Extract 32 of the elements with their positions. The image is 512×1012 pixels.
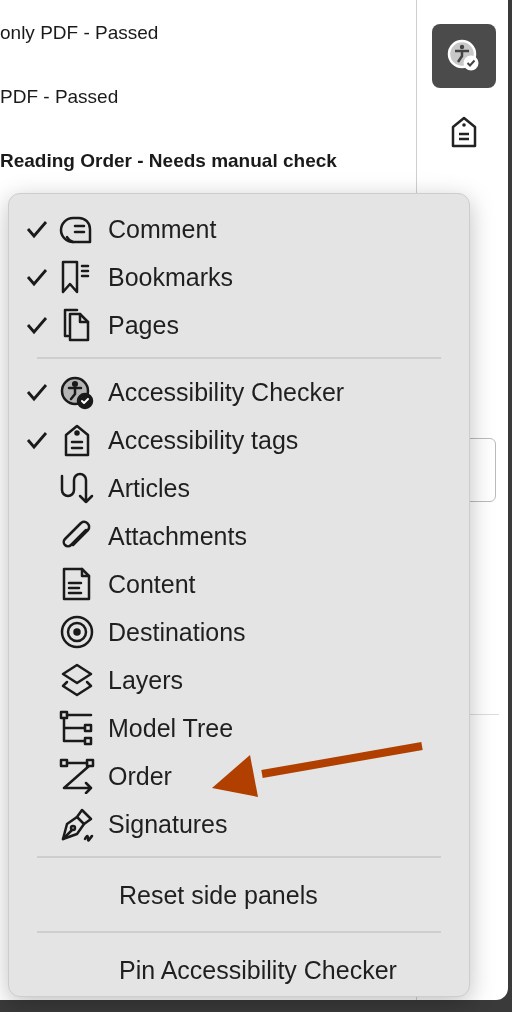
menu-item[interactable]: Attachments <box>9 512 247 560</box>
menu-item[interactable]: Signatures <box>9 800 228 848</box>
target-icon <box>59 614 95 650</box>
menu-item[interactable]: Articles <box>9 464 190 512</box>
menu-item[interactable]: Model Tree <box>9 704 234 752</box>
result-text: Reading Order - Needs manual check <box>0 149 338 173</box>
menu-item[interactable]: Content <box>9 560 196 608</box>
menu-item[interactable]: Accessibility Checker <box>9 368 345 416</box>
menu-item[interactable]: Reset side panels <box>9 867 318 923</box>
tag-icon <box>450 115 478 149</box>
menu-item[interactable]: Order <box>9 752 172 800</box>
pen-icon <box>59 806 95 842</box>
layers-icon <box>59 662 95 698</box>
result-text: PDF - Passed <box>0 85 120 109</box>
accessibility-button[interactable] <box>432 24 496 88</box>
checkmark-icon <box>26 430 48 450</box>
accessibility-icon <box>59 374 95 410</box>
menu-item[interactable]: Destinations <box>9 608 246 656</box>
menu-item[interactable]: Layers <box>9 656 184 704</box>
menu-item[interactable]: Comment <box>9 205 217 253</box>
checkmark-icon <box>26 267 48 287</box>
menu-item[interactable]: Accessibility tags <box>9 416 299 464</box>
result-text: only PDF - Passed <box>0 21 160 45</box>
tree-icon <box>59 710 95 746</box>
checkmark-icon <box>26 382 48 402</box>
checkmark-icon <box>26 315 48 335</box>
menu-item[interactable]: Bookmarks <box>9 253 234 301</box>
menu-item[interactable]: Pages <box>9 301 179 349</box>
articles-icon <box>59 470 95 506</box>
menu-item[interactable]: Pin Accessibility Checker <box>9 942 397 998</box>
checkmark-icon <box>26 219 48 239</box>
order-icon <box>59 758 95 794</box>
